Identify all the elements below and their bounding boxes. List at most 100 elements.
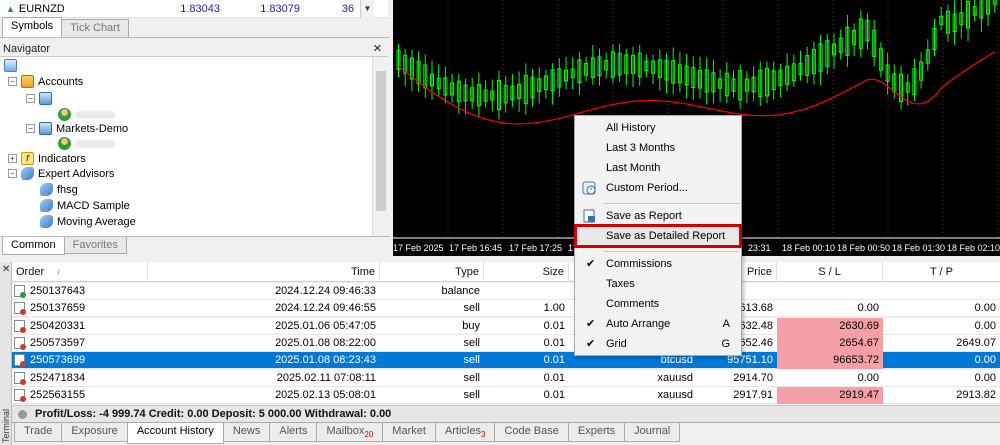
tree-ea-item[interactable]: fhsg <box>40 183 78 196</box>
tab-account-history[interactable]: Account History <box>126 423 224 444</box>
tree-indicators[interactable]: + f Indicators <box>8 152 86 165</box>
close-icon[interactable]: ✕ <box>2 264 10 275</box>
cell-type: sell <box>463 302 480 315</box>
cell-sl: 0.00 <box>857 302 879 315</box>
table-row[interactable]: 250573699 2025.01.08 08:23:43 sell 0.01 btcu… <box>12 352 1000 370</box>
tab-code-base[interactable]: Code Base <box>494 423 569 442</box>
navigator-header: Navigator ✕ <box>0 42 388 57</box>
menu-item-last-3-months[interactable]: Last 3 Months <box>576 138 740 158</box>
tree-expert-advisors[interactable]: − Expert Advisors <box>8 167 114 180</box>
tab-experts[interactable]: Experts <box>567 423 626 442</box>
menu-item-taxes[interactable]: Taxes <box>576 274 740 294</box>
table-row[interactable]: 250573597 2025.01.08 08:22:00 sell 0.01 2652… <box>12 334 1000 352</box>
order-icon <box>14 371 26 385</box>
order-icon <box>14 319 26 333</box>
tab-journal[interactable]: Journal <box>624 423 681 442</box>
server-icon <box>39 122 52 135</box>
table-row[interactable]: 250420331 2025.01.06 05:47:05 buy 0.01 2632.… <box>12 317 1000 335</box>
x-axis-label: 17 Feb 17:25 <box>509 243 563 253</box>
tab-articles[interactable]: Articles3 <box>434 423 496 442</box>
scrollbar-thumb[interactable] <box>376 71 386 211</box>
cell-size: 0.01 <box>543 319 565 332</box>
scroll-down-icon[interactable]: ▼ <box>360 0 374 18</box>
tree-markets-demo-label: Markets-Demo <box>56 122 129 135</box>
table-row[interactable]: 250137659 2024.12.24 09:46:55 sell 1.00 2613… <box>12 300 1000 318</box>
cell-time: 2024.12.24 09:46:55 <box>275 302 376 315</box>
tab-trade[interactable]: Trade <box>14 423 63 442</box>
cell-size <box>484 283 569 300</box>
tree-ea-item[interactable]: Moving Average <box>40 215 136 228</box>
navigator-title: Navigator <box>3 43 51 55</box>
context-menu: All History Last 3 Months Last Month Cus… <box>574 115 742 356</box>
menu-item-last-month[interactable]: Last Month <box>576 158 740 178</box>
column-size[interactable]: Size <box>484 262 569 282</box>
shortcut-label: G <box>721 338 730 350</box>
tab-mailbox[interactable]: Mailbox20 <box>316 423 384 442</box>
market-watch-row[interactable]: ▲ EURNZD 1.83043 1.83079 36 ▼ <box>0 0 388 18</box>
cell-size: 0.01 <box>543 336 565 349</box>
cell-size: 0.01 <box>543 354 565 367</box>
tree-ea-item[interactable]: MACD Sample <box>40 199 130 212</box>
cell-time: 2024.12.24 09:46:33 <box>275 285 376 297</box>
tab-symbols[interactable]: Symbols <box>2 17 63 37</box>
cell-sl: 0.00 <box>857 371 879 384</box>
tree-server-1[interactable]: − <box>26 92 52 105</box>
column-time[interactable]: Time <box>148 262 380 282</box>
collapse-icon[interactable]: − <box>26 94 35 103</box>
ask-price: 1.83079 <box>260 2 300 15</box>
menu-item-commissions[interactable]: ✔ Commissions <box>576 254 740 274</box>
x-axis-label: 17 Feb 16:45 <box>449 243 503 253</box>
tab-alerts[interactable]: Alerts <box>269 423 318 442</box>
close-icon[interactable]: ✕ <box>373 42 382 57</box>
x-axis-label: 23:31 <box>748 243 771 253</box>
tab-favorites[interactable]: Favorites <box>63 237 127 254</box>
tree-accounts[interactable]: − Accounts <box>8 75 83 88</box>
collapse-icon[interactable]: − <box>8 169 17 178</box>
balance-icon <box>14 285 26 298</box>
cell-order: 250420331 <box>30 319 86 332</box>
cell-size: 1.00 <box>543 302 565 315</box>
tab-news[interactable]: News <box>222 423 271 442</box>
tab-market[interactable]: Market <box>382 423 436 442</box>
cell-tp: 2649.07 <box>956 336 996 349</box>
cell-type: sell <box>463 388 480 401</box>
tab-exposure[interactable]: Exposure <box>61 423 128 442</box>
navigator-scrollbar[interactable] <box>372 57 388 237</box>
cell-type: buy <box>462 319 480 332</box>
cell-tp: 0.00 <box>974 371 996 384</box>
cell-time: 2025.01.08 08:22:00 <box>275 336 376 349</box>
menu-item-grid[interactable]: ✔ Grid G <box>576 334 740 354</box>
menu-item-comments[interactable]: Comments <box>576 294 740 314</box>
tree-root[interactable] <box>4 59 17 72</box>
cell-price: 2914.70 <box>733 371 773 384</box>
menu-item-save-as-report[interactable]: Save as Report <box>576 206 740 226</box>
expand-icon[interactable]: + <box>8 154 17 163</box>
bid-price: 1.83043 <box>180 2 220 15</box>
cell-sl: 96653.72 <box>777 352 883 370</box>
menu-item-save-as-detailed-report[interactable]: Save as Detailed Report <box>574 224 742 248</box>
tree-account-1[interactable] <box>58 108 115 121</box>
column-type[interactable]: Type <box>380 262 484 282</box>
cell-sl: 2919.47 <box>777 386 883 404</box>
tree-markets-demo[interactable]: − Markets-Demo <box>26 122 128 135</box>
column-sl[interactable]: S / L <box>777 262 883 282</box>
cell-type: sell <box>463 336 480 349</box>
collapse-icon[interactable]: − <box>26 124 35 133</box>
menu-item-custom-period[interactable]: Custom Period... <box>576 178 740 198</box>
menu-item-all-history[interactable]: All History <box>576 118 740 138</box>
column-order[interactable]: Order / <box>12 262 148 282</box>
table-row[interactable]: 252471834 2025.02.11 07:08:11 sell 0.01 xauu… <box>12 369 1000 387</box>
column-tp[interactable]: T / P <box>883 262 1000 282</box>
tab-common[interactable]: Common <box>2 237 65 255</box>
symbol-cell: ▲ EURNZD <box>0 3 140 15</box>
menu-item-auto-arrange[interactable]: ✔ Auto Arrange A <box>576 314 740 334</box>
table-row[interactable]: 252563155 2025.02.13 05:08:01 sell 0.01 xauu… <box>12 386 1000 404</box>
collapse-icon[interactable]: − <box>8 77 17 86</box>
tree-expert-advisors-label: Expert Advisors <box>38 167 115 180</box>
cell-order: 252471834 <box>30 371 86 384</box>
table-row[interactable]: 250137643 2024.12.24 09:46:33 balance <box>12 283 1000 300</box>
tree-account-2[interactable] <box>58 137 115 150</box>
cell-time: 2025.02.13 05:08:01 <box>275 388 376 401</box>
expert-advisor-icon <box>40 215 53 228</box>
tab-tick-chart[interactable]: Tick Chart <box>61 19 129 37</box>
